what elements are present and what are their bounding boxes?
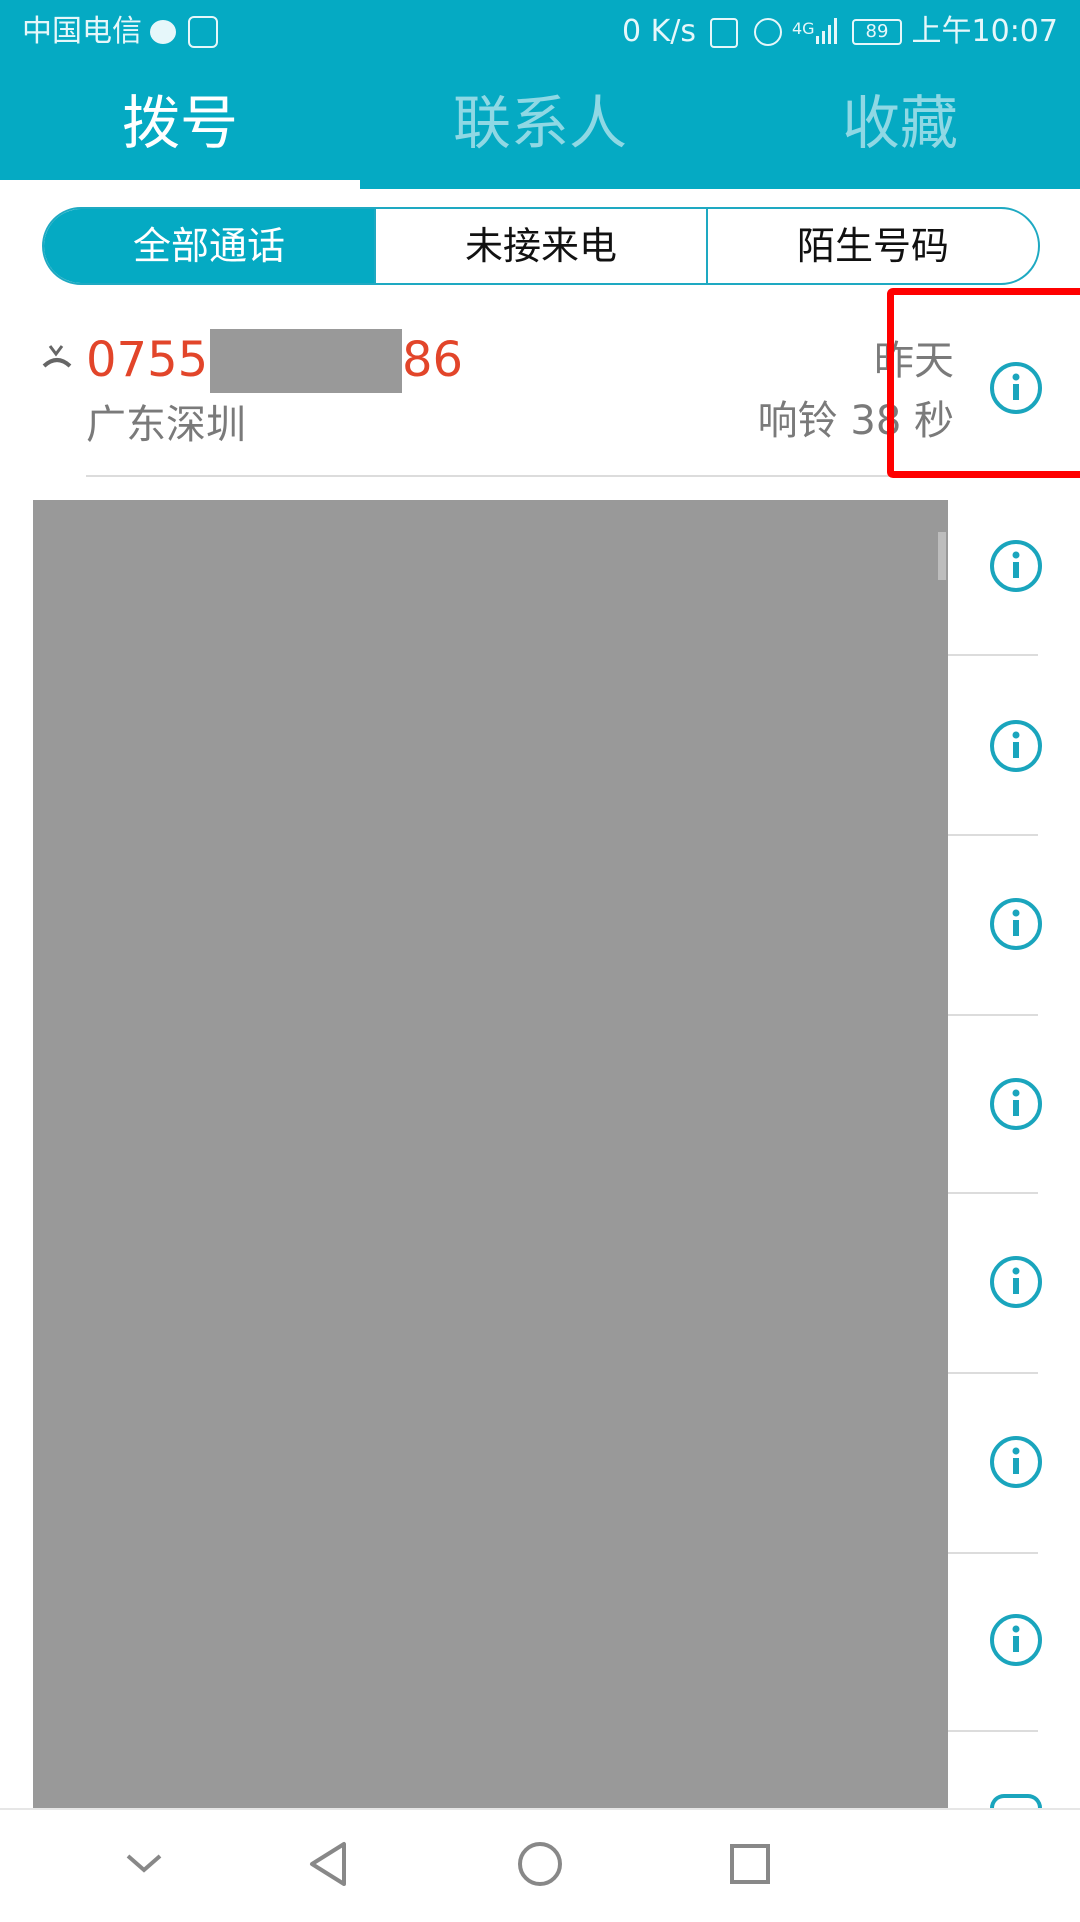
filter-missed-calls[interactable]: 未接来电 bbox=[376, 209, 706, 283]
system-navigation-bar bbox=[0, 1808, 1080, 1922]
battery-icon: 89 bbox=[852, 19, 902, 45]
tab-indicator bbox=[0, 180, 360, 189]
info-icon[interactable] bbox=[990, 1794, 1042, 1808]
info-icon[interactable] bbox=[990, 898, 1042, 950]
info-icon[interactable] bbox=[990, 1436, 1042, 1488]
tab-favorites[interactable]: 收藏 bbox=[720, 78, 1080, 168]
row-divider bbox=[948, 1372, 1038, 1374]
info-icon[interactable] bbox=[990, 1256, 1042, 1308]
call-filter-segment: 全部通话 未接来电 陌生号码 bbox=[42, 207, 1040, 285]
row-divider bbox=[948, 834, 1038, 836]
row-divider bbox=[948, 1552, 1038, 1554]
network-speed: 0 K/s bbox=[622, 14, 697, 49]
row-divider bbox=[948, 654, 1038, 656]
redaction-block bbox=[210, 329, 402, 393]
hide-keyboard-icon[interactable] bbox=[114, 1834, 174, 1894]
row-divider bbox=[948, 1014, 1038, 1016]
call-location: 广东深圳 bbox=[86, 402, 246, 448]
call-number-suffix: 86 bbox=[402, 332, 464, 388]
info-icon[interactable] bbox=[990, 1078, 1042, 1130]
missed-call-icon bbox=[40, 342, 74, 376]
highlight-box bbox=[887, 288, 1080, 478]
filter-unknown-numbers[interactable]: 陌生号码 bbox=[708, 209, 1038, 283]
info-icon[interactable] bbox=[990, 720, 1042, 772]
recent-apps-icon[interactable] bbox=[720, 1834, 780, 1894]
carrier-name: 中国电信 bbox=[22, 14, 142, 49]
row-divider bbox=[948, 1730, 1038, 1732]
back-icon[interactable] bbox=[300, 1834, 360, 1894]
partial-text bbox=[938, 526, 958, 616]
filter-all-calls[interactable]: 全部通话 bbox=[44, 209, 374, 283]
battery-level: 89 bbox=[865, 21, 889, 42]
signal-icon bbox=[816, 18, 840, 44]
clock: 上午10:07 bbox=[911, 14, 1058, 49]
info-icon[interactable] bbox=[990, 540, 1042, 592]
home-icon[interactable] bbox=[510, 1834, 570, 1894]
call-number-prefix: 0755 bbox=[86, 332, 209, 388]
vibrate-icon bbox=[710, 18, 738, 48]
tab-contacts[interactable]: 联系人 bbox=[360, 78, 720, 168]
alarm-icon bbox=[754, 18, 782, 46]
shield-icon bbox=[188, 16, 218, 48]
network-type: 4G bbox=[792, 19, 815, 38]
row-divider bbox=[948, 1192, 1038, 1194]
chat-bubble-icon bbox=[150, 20, 176, 44]
info-icon[interactable] bbox=[990, 1614, 1042, 1666]
tab-dial[interactable]: 拨号 bbox=[0, 78, 360, 168]
redaction-block bbox=[33, 500, 948, 1838]
